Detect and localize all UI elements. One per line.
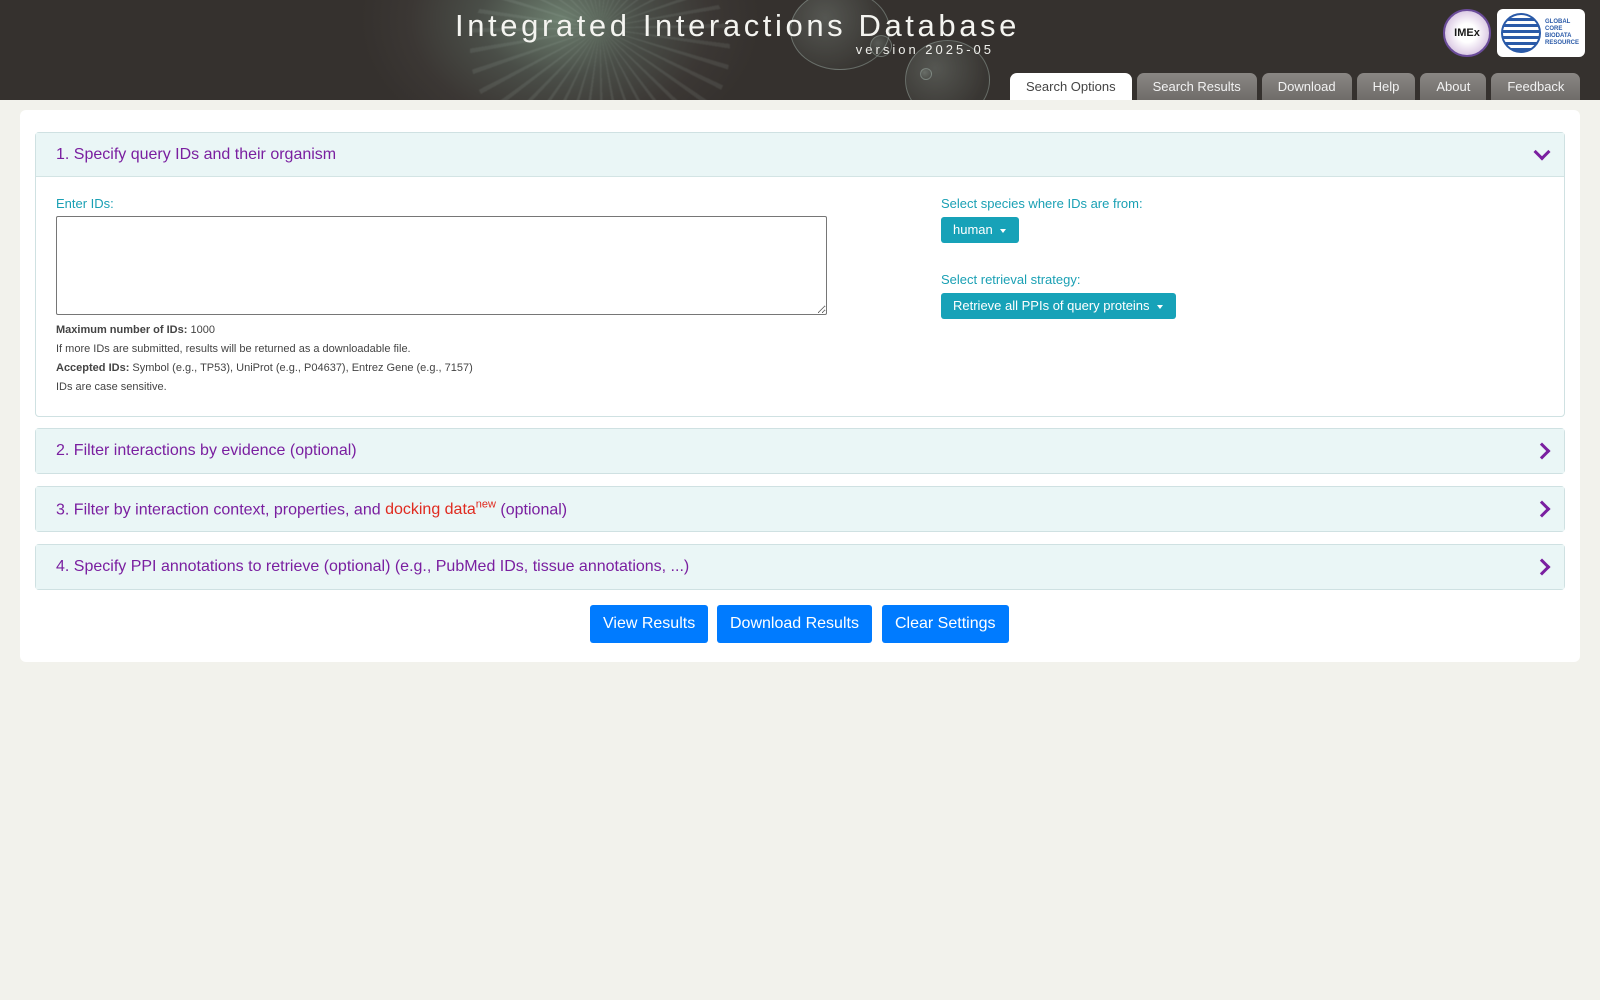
tab-help[interactable]: Help [1356, 73, 1416, 100]
accepted-ids-value: Symbol (e.g., TP53), UniProt (e.g., P046… [132, 362, 473, 374]
section-evidence-filter: 2. Filter interactions by evidence (opti… [35, 428, 1565, 474]
ids-input[interactable] [56, 216, 827, 315]
enter-ids-label: Enter IDs: [56, 196, 114, 211]
clear-settings-button[interactable]: Clear Settings [882, 605, 1009, 643]
chevron-right-icon [1533, 558, 1551, 576]
globe-icon [1501, 13, 1541, 53]
new-badge: new [475, 498, 496, 511]
max-ids-label: Maximum number of IDs: [56, 324, 188, 336]
imex-logo-text: IMEx [1454, 27, 1480, 39]
tab-about[interactable]: About [1420, 73, 1487, 100]
tab-search-results[interactable]: Search Results [1136, 73, 1257, 100]
caret-down-icon [1156, 305, 1163, 309]
section-query-ids: 1. Specify query IDs and their organism … [35, 132, 1565, 417]
download-results-button[interactable]: Download Results [717, 605, 872, 643]
max-ids-note: Maximum number of IDs: 1000 [56, 324, 215, 336]
view-results-button[interactable]: View Results [590, 605, 709, 643]
section-title-suffix: (optional) [495, 501, 568, 519]
section-title: 3. Filter by interaction context, proper… [56, 499, 567, 519]
site-version: version 2025-05 [855, 42, 994, 57]
section-evidence-filter-header[interactable]: 2. Filter interactions by evidence (opti… [36, 429, 1564, 473]
overflow-note: If more IDs are submitted, results will … [56, 343, 411, 355]
section-title: 1. Specify query IDs and their organism [56, 145, 337, 163]
species-dropdown-value: human [953, 222, 993, 237]
section-title: 4. Specify PPI annotations to retrieve (… [56, 558, 690, 575]
accepted-ids-label: Accepted IDs: [56, 362, 130, 374]
gcbr-logo[interactable]: GLOBAL CORE BIODATA RESOURCE [1497, 9, 1585, 57]
caret-down-icon [999, 229, 1006, 233]
chevron-right-icon [1533, 500, 1551, 518]
accepted-ids-note: Accepted IDs: Symbol (e.g., TP53), UniPr… [56, 362, 473, 374]
chevron-right-icon [1533, 442, 1551, 460]
imex-logo[interactable]: IMEx [1443, 9, 1491, 57]
gcbr-logo-text: GLOBAL CORE BIODATA RESOURCE [1545, 19, 1580, 46]
species-dropdown[interactable]: human [941, 217, 1019, 243]
max-ids-value: 1000 [190, 324, 215, 336]
main-tabs: Search Options Search Results Download H… [1010, 73, 1581, 100]
search-options-card: 1. Specify query IDs and their organism … [20, 110, 1580, 662]
section-title: 2. Filter interactions by evidence (opti… [56, 442, 357, 459]
section-context-filter-header[interactable]: 3. Filter by interaction context, proper… [36, 487, 1564, 531]
section-title-prefix: 3. Filter by interaction context, proper… [56, 501, 386, 519]
case-sensitive-note: IDs are case sensitive. [56, 381, 167, 393]
strategy-dropdown[interactable]: Retrieve all PPIs of query proteins [941, 293, 1176, 319]
tab-search-options[interactable]: Search Options [1010, 73, 1132, 100]
header-bubble [920, 68, 932, 80]
species-label: Select species where IDs are from: [941, 196, 1143, 211]
chevron-down-icon [1533, 143, 1551, 160]
strategy-label: Select retrieval strategy: [941, 272, 1081, 287]
site-header: Integrated Interactions Database version… [0, 0, 1600, 100]
docking-data-label: docking data [385, 501, 476, 519]
section-annotations-header[interactable]: 4. Specify PPI annotations to retrieve (… [36, 545, 1564, 589]
section-annotations: 4. Specify PPI annotations to retrieve (… [35, 544, 1565, 590]
section-query-ids-header[interactable]: 1. Specify query IDs and their organism [36, 133, 1564, 177]
tab-download[interactable]: Download [1261, 73, 1352, 100]
section-context-filter: 3. Filter by interaction context, proper… [35, 486, 1565, 532]
site-title: Integrated Interactions Database [455, 8, 1020, 43]
strategy-dropdown-value: Retrieve all PPIs of query proteins [953, 298, 1150, 313]
tab-feedback[interactable]: Feedback [1491, 73, 1581, 100]
docking-data-highlight: docking datanew [385, 498, 496, 519]
